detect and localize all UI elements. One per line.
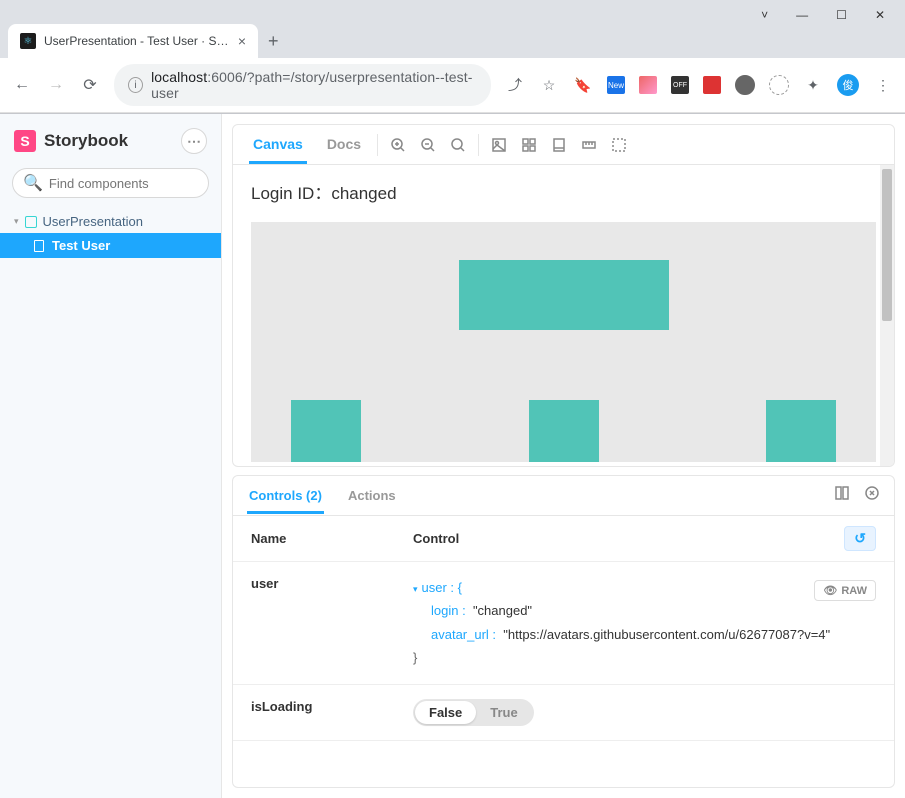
tab-canvas[interactable]: Canvas bbox=[249, 126, 307, 164]
toggle-false[interactable]: False bbox=[415, 701, 476, 724]
tree-component[interactable]: ▾ UserPresentation bbox=[0, 210, 221, 233]
placeholder-block bbox=[291, 400, 361, 462]
reset-controls-button[interactable]: ↺ bbox=[844, 526, 876, 551]
eye-icon: 👁 bbox=[823, 584, 837, 597]
main-area: Canvas Docs bbox=[222, 114, 905, 798]
component-label: UserPresentation bbox=[43, 214, 143, 229]
forward-button[interactable]: → bbox=[46, 76, 66, 94]
measure-icon[interactable] bbox=[581, 137, 597, 153]
control-name: user bbox=[251, 576, 413, 670]
tab-actions[interactable]: Actions bbox=[346, 477, 398, 514]
zoom-reset-icon[interactable] bbox=[450, 137, 466, 153]
storybook-app: S Storybook ⋯ 🔍 / ▾ UserPresentation Tes… bbox=[0, 114, 905, 798]
viewport-icon[interactable] bbox=[551, 137, 567, 153]
login-id-text: Login ID：changed bbox=[251, 179, 876, 204]
extension-off-icon[interactable]: OFF bbox=[671, 76, 689, 94]
sidebar-menu-button[interactable]: ⋯ bbox=[181, 128, 207, 154]
story-label: Test User bbox=[52, 238, 110, 253]
share-icon[interactable]: ⤴ bbox=[505, 75, 525, 95]
raw-toggle-button[interactable]: 👁RAW bbox=[814, 580, 876, 601]
grid-icon[interactable] bbox=[521, 137, 537, 153]
control-name: isLoading bbox=[251, 699, 413, 726]
tab-controls[interactable]: Controls (2) bbox=[247, 477, 324, 514]
header-control: Control bbox=[413, 531, 844, 546]
zoom-out-icon[interactable] bbox=[420, 137, 436, 153]
storybook-logo-icon: S bbox=[14, 130, 36, 152]
skeleton-placeholder bbox=[251, 222, 876, 462]
extension-circle-icon[interactable] bbox=[735, 75, 755, 95]
tab-title: UserPresentation - Test User · Sto… bbox=[44, 34, 230, 48]
new-tab-button[interactable]: + bbox=[268, 31, 279, 58]
caret-down-icon: ▾ bbox=[14, 216, 19, 227]
control-row-isloading: isLoading False True bbox=[233, 685, 894, 741]
profile-avatar[interactable]: 俊 bbox=[837, 74, 859, 96]
back-button[interactable]: ← bbox=[12, 76, 32, 94]
placeholder-block bbox=[529, 400, 599, 462]
canvas-toolbar: Canvas Docs bbox=[233, 125, 894, 165]
sidebar: S Storybook ⋯ 🔍 / ▾ UserPresentation Tes… bbox=[0, 114, 222, 798]
reload-button[interactable]: ⟳ bbox=[80, 75, 100, 95]
tree-story-selected[interactable]: Test User bbox=[0, 233, 221, 258]
object-editor[interactable]: ▾user : { login : "changed" avatar_url :… bbox=[413, 576, 876, 670]
boolean-toggle[interactable]: False True bbox=[413, 699, 534, 726]
story-icon bbox=[34, 240, 44, 252]
menu-icon[interactable]: ⋮ bbox=[873, 75, 893, 95]
placeholder-block bbox=[766, 400, 836, 462]
placeholder-block bbox=[459, 260, 669, 330]
toggle-true[interactable]: True bbox=[476, 701, 531, 724]
zoom-in-icon[interactable] bbox=[390, 137, 406, 153]
maximize-icon[interactable]: ☐ bbox=[836, 8, 847, 22]
close-addons-icon[interactable] bbox=[864, 485, 880, 506]
orientation-icon[interactable] bbox=[834, 485, 850, 506]
header-name: Name bbox=[251, 531, 413, 546]
url-text: localhost:6006/?path=/story/userpresenta… bbox=[151, 69, 477, 101]
scrollbar[interactable] bbox=[880, 165, 894, 466]
canvas-preview: Login ID：changed bbox=[233, 165, 894, 466]
minimize-icon[interactable]: — bbox=[796, 8, 808, 22]
extensions-icon[interactable]: ✦ bbox=[803, 75, 823, 95]
url-bar[interactable]: i localhost:6006/?path=/story/userpresen… bbox=[114, 64, 491, 106]
extension-red-icon[interactable] bbox=[703, 76, 721, 94]
favicon-icon: ⚛ bbox=[20, 33, 36, 49]
extension-new-icon[interactable]: New bbox=[607, 76, 625, 94]
separator bbox=[478, 134, 479, 156]
close-window-icon[interactable]: ✕ bbox=[875, 8, 885, 22]
addons-panel: Controls (2) Actions Name Control ↺ user… bbox=[232, 475, 895, 788]
outline-icon[interactable] bbox=[611, 137, 627, 153]
extension-pink-icon[interactable] bbox=[639, 76, 657, 94]
search-input[interactable] bbox=[49, 176, 225, 191]
search-icon: 🔍 bbox=[23, 173, 43, 193]
browser-chrome: ˅ — ☐ ✕ ⚛ UserPresentation - Test User ·… bbox=[0, 0, 905, 114]
separator bbox=[377, 134, 378, 156]
component-icon bbox=[25, 216, 37, 228]
storybook-brand: Storybook bbox=[44, 131, 128, 151]
canvas-panel: Canvas Docs bbox=[232, 124, 895, 467]
browser-tab[interactable]: ⚛ UserPresentation - Test User · Sto… × bbox=[8, 24, 258, 58]
control-row-user: user 👁RAW ▾user : { login : "changed" av… bbox=[233, 562, 894, 685]
tab-docs[interactable]: Docs bbox=[323, 126, 365, 164]
bookmark-icon[interactable]: 🔖 bbox=[573, 75, 593, 95]
star-icon[interactable]: ☆ bbox=[539, 75, 559, 95]
search-box[interactable]: 🔍 / bbox=[12, 168, 209, 198]
extension-dashed-icon[interactable] bbox=[769, 75, 789, 95]
caret-down-icon[interactable]: ▾ bbox=[413, 584, 418, 594]
close-tab-icon[interactable]: × bbox=[238, 33, 246, 49]
info-icon[interactable]: i bbox=[128, 77, 143, 93]
scrollbar-thumb[interactable] bbox=[882, 169, 892, 321]
background-icon[interactable] bbox=[491, 137, 507, 153]
chevron-down-icon[interactable]: ˅ bbox=[761, 8, 768, 22]
